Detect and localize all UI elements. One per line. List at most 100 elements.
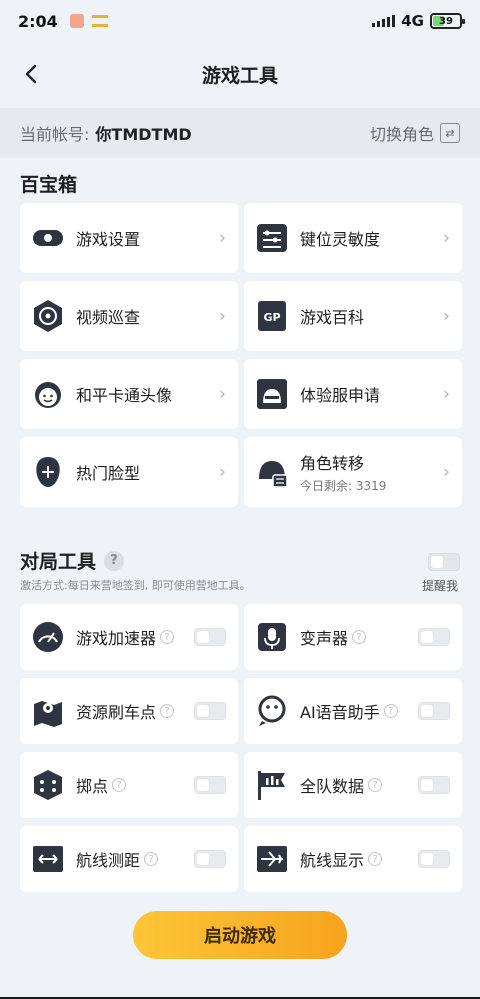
video-patrol-card[interactable]: 视频巡查 › bbox=[20, 281, 238, 351]
chevron-right-icon: › bbox=[442, 383, 450, 405]
back-arrow-icon[interactable] bbox=[20, 62, 44, 86]
help-icon[interactable]: ? bbox=[383, 704, 398, 718]
map-pin-icon bbox=[30, 693, 66, 729]
svg-text:GP: GP bbox=[263, 311, 280, 324]
chevron-right-icon: › bbox=[442, 305, 450, 327]
remaining-count: 今日剩余: 3319 bbox=[300, 479, 387, 493]
remind-label: 提醒我 bbox=[422, 579, 459, 593]
battery-level: 39 bbox=[439, 15, 453, 27]
speedometer-icon bbox=[30, 619, 66, 655]
help-icon[interactable]: ? bbox=[160, 704, 175, 718]
dice-toggle[interactable] bbox=[194, 776, 226, 794]
card-label: 体验服申请 bbox=[300, 386, 381, 405]
role-transfer-card[interactable]: 角色转移 今日剩余: 3319 › bbox=[244, 437, 462, 507]
team-stats-toggle[interactable] bbox=[418, 776, 450, 794]
resource-spawn-toggle[interactable] bbox=[194, 702, 226, 720]
treasure-box-title: 百宝箱 bbox=[20, 174, 78, 196]
help-icon[interactable]: ? bbox=[352, 630, 367, 644]
card-label: 航线显示 bbox=[300, 851, 365, 870]
treasure-box-grid: 游戏设置 › 键位灵敏度 › 视频巡查 › GP 游戏百科 › 和平卡通头像 ›… bbox=[20, 203, 462, 515]
switch-icon: ⇄ bbox=[440, 123, 460, 143]
page-header: 游戏工具 bbox=[0, 42, 480, 106]
gear-icon bbox=[30, 220, 66, 256]
battery-icon: 39 bbox=[430, 13, 465, 29]
beta-helmet-icon bbox=[254, 376, 290, 412]
help-icon[interactable]: ? bbox=[368, 852, 383, 866]
card-label: 和平卡通头像 bbox=[76, 386, 173, 405]
switch-role-button[interactable]: 切换角色 ⇄ bbox=[370, 121, 460, 145]
help-icon[interactable]: ? bbox=[144, 852, 159, 866]
route-display-card: 航线显示 ? bbox=[244, 826, 462, 892]
card-label: 视频巡查 bbox=[76, 308, 141, 327]
ai-voice-icon bbox=[254, 693, 290, 729]
accelerator-toggle[interactable] bbox=[194, 628, 226, 646]
game-wiki-card[interactable]: GP 游戏百科 › bbox=[244, 281, 462, 351]
remind-toggle[interactable] bbox=[428, 553, 460, 571]
help-icon[interactable]: ? bbox=[160, 630, 175, 644]
battle-tools-title: 对局工具 bbox=[20, 551, 97, 573]
plane-route-icon bbox=[254, 841, 290, 877]
switch-role-label: 切换角色 bbox=[369, 125, 434, 144]
game-accelerator-card: 游戏加速器 ? bbox=[20, 604, 238, 670]
account-label: 当前帐号: bbox=[20, 125, 90, 144]
dice-roll-card: 掷点 ? bbox=[20, 752, 238, 818]
card-label: 游戏设置 bbox=[76, 230, 141, 249]
card-label: 全队数据 bbox=[300, 777, 365, 796]
card-label: 掷点 bbox=[76, 777, 109, 796]
route-display-toggle[interactable] bbox=[418, 850, 450, 868]
route-measure-icon bbox=[30, 841, 66, 877]
team-stats-card: 全队数据 ? bbox=[244, 752, 462, 818]
face-shape-icon bbox=[30, 454, 66, 490]
help-icon[interactable]: ? bbox=[368, 778, 383, 792]
microphone-icon bbox=[254, 619, 290, 655]
card-label: 键位灵敏度 bbox=[300, 230, 381, 249]
card-label: 变声器 bbox=[300, 629, 349, 648]
team-stats-icon bbox=[254, 767, 290, 803]
card-label: 游戏百科 bbox=[300, 308, 365, 327]
target-icon bbox=[30, 298, 66, 334]
voice-changer-card: 变声器 ? bbox=[244, 604, 462, 670]
chevron-right-icon: › bbox=[442, 227, 450, 249]
card-label: 角色转移 bbox=[300, 454, 365, 473]
resource-spawn-card: 资源刷车点 ? bbox=[20, 678, 238, 744]
chevron-right-icon: › bbox=[218, 383, 226, 405]
voice-changer-toggle[interactable] bbox=[418, 628, 450, 646]
beta-server-card[interactable]: 体验服申请 › bbox=[244, 359, 462, 429]
help-icon[interactable]: ? bbox=[112, 778, 127, 792]
start-game-button[interactable]: 启动游戏 bbox=[133, 911, 347, 959]
page-title: 游戏工具 bbox=[201, 64, 278, 87]
signal-icon bbox=[372, 15, 396, 27]
chevron-right-icon: › bbox=[442, 461, 450, 483]
gp-book-icon: GP bbox=[254, 298, 290, 334]
cartoon-avatar-card[interactable]: 和平卡通头像 › bbox=[20, 359, 238, 429]
card-label: 航线测距 bbox=[76, 851, 141, 870]
network-type: 4G bbox=[401, 12, 424, 30]
chevron-right-icon: › bbox=[218, 461, 226, 483]
popular-face-card[interactable]: 热门脸型 › bbox=[20, 437, 238, 507]
dice-icon bbox=[30, 767, 66, 803]
route-measure-card: 航线测距 ? bbox=[20, 826, 238, 892]
card-label: 热门脸型 bbox=[76, 464, 141, 483]
notification-app-icon bbox=[69, 14, 84, 28]
card-label: AI语音助手 bbox=[300, 703, 380, 722]
route-measure-toggle[interactable] bbox=[194, 850, 226, 868]
notification-cloud-icon bbox=[91, 15, 108, 27]
battle-tools-grid: 游戏加速器 ? 变声器 ? 资源刷车点 ? AI语音助手 ? 掷点 ? 全队数据… bbox=[20, 604, 462, 900]
chevron-right-icon: › bbox=[218, 227, 226, 249]
ai-voice-card: AI语音助手 ? bbox=[244, 678, 462, 744]
account-name: 你TMDTMD bbox=[95, 125, 192, 144]
card-label: 资源刷车点 bbox=[76, 703, 157, 722]
sliders-icon bbox=[254, 220, 290, 256]
key-sensitivity-card[interactable]: 键位灵敏度 › bbox=[244, 203, 462, 273]
card-label: 游戏加速器 bbox=[76, 629, 157, 648]
role-transfer-icon bbox=[254, 454, 290, 490]
battle-tools-header: 对局工具 ? bbox=[20, 547, 125, 574]
cartoon-face-icon bbox=[30, 376, 66, 412]
status-bar: 2:04 4G 39 bbox=[0, 0, 480, 42]
account-bar: 当前帐号: 你TMDTMD 切换角色 ⇄ bbox=[0, 108, 480, 158]
chevron-right-icon: › bbox=[218, 305, 226, 327]
ai-voice-toggle[interactable] bbox=[418, 702, 450, 720]
activation-text: 激活方式:每日来营地签到, 即可使用营地工具。 bbox=[20, 579, 251, 592]
help-icon[interactable]: ? bbox=[104, 550, 125, 571]
game-settings-card[interactable]: 游戏设置 › bbox=[20, 203, 238, 273]
